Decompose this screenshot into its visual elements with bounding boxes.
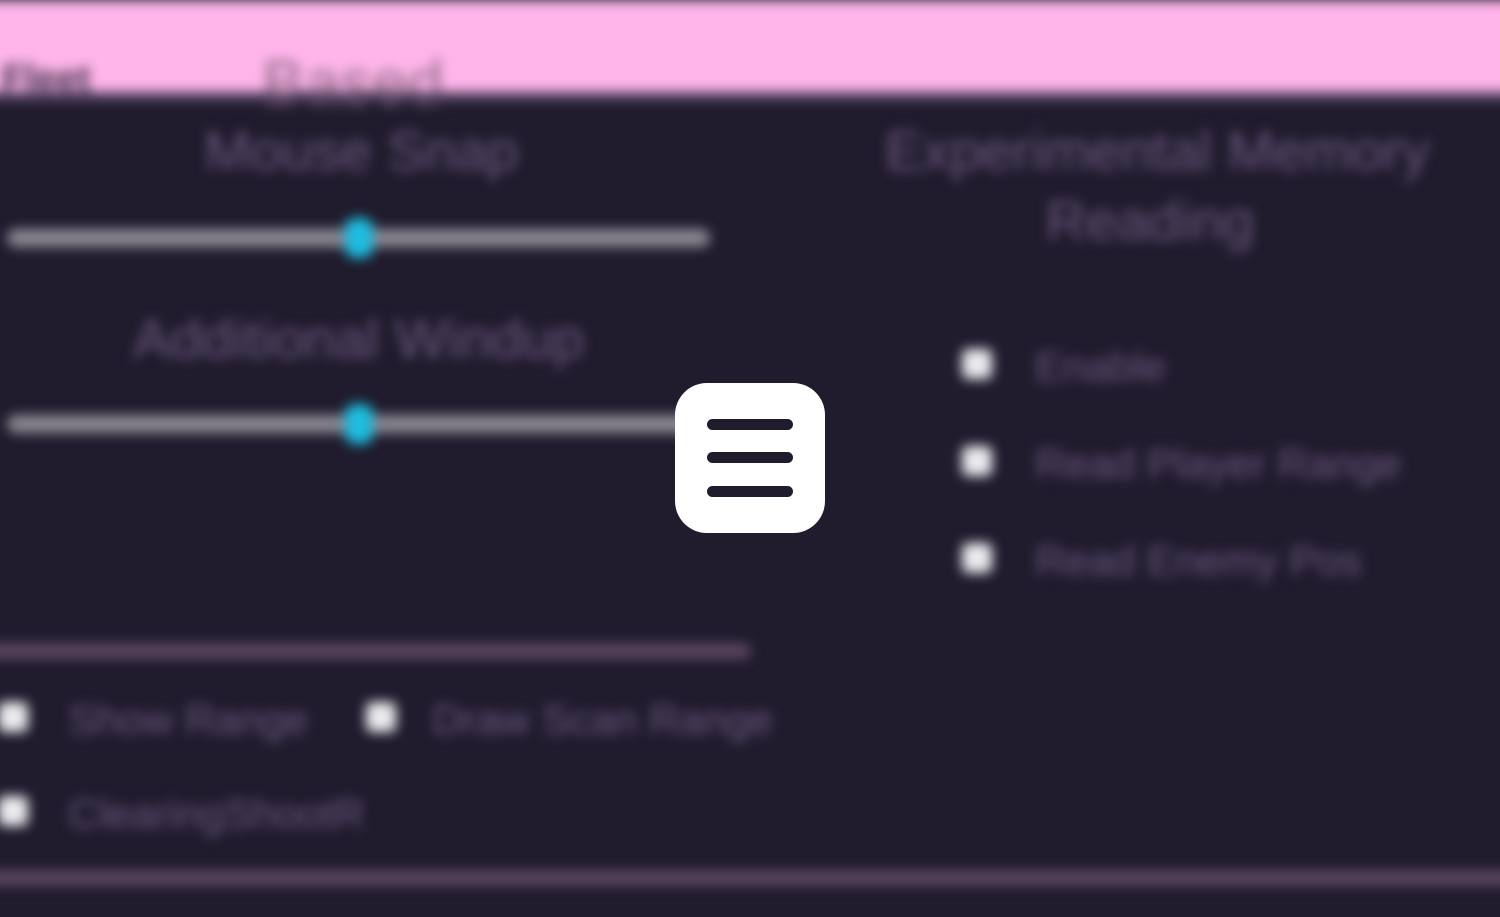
enable-checkbox[interactable] bbox=[962, 349, 992, 379]
memory-reading-title-line2: Reading bbox=[1045, 189, 1255, 252]
menu-icon-line bbox=[707, 452, 793, 463]
menu-icon-line bbox=[707, 486, 793, 497]
read-player-range-checkbox[interactable] bbox=[962, 446, 992, 476]
header-divider bbox=[0, 92, 1500, 102]
menu-button[interactable] bbox=[675, 383, 825, 533]
clearing-shoot-checkbox[interactable] bbox=[0, 796, 28, 826]
additional-windup-slider-thumb[interactable] bbox=[344, 404, 373, 444]
app-window: Fleet Based Mouse Snap Additional Windup… bbox=[0, 0, 1500, 917]
section-divider bbox=[0, 643, 750, 659]
tab-based[interactable]: Based bbox=[262, 46, 443, 120]
header-bar: Fleet Based bbox=[0, 0, 1500, 119]
enable-label: Enable bbox=[1035, 343, 1166, 390]
clearing-shoot-label: ClearingShootR bbox=[68, 790, 365, 837]
menu-icon bbox=[707, 419, 793, 430]
additional-windup-label: Additional Windup bbox=[133, 307, 585, 370]
show-range-checkbox[interactable] bbox=[0, 702, 28, 732]
draw-scan-range-checkbox[interactable] bbox=[366, 702, 396, 732]
read-enemy-pos-label: Read Enemy Pos bbox=[1035, 537, 1362, 584]
mouse-snap-slider-thumb[interactable] bbox=[344, 218, 373, 258]
draw-scan-range-label: Draw Scan Range bbox=[432, 696, 773, 743]
memory-reading-title-line1: Experimental Memory bbox=[885, 119, 1430, 182]
show-range-label: Show Range bbox=[68, 696, 309, 743]
bottom-divider bbox=[0, 870, 1500, 886]
read-enemy-pos-checkbox[interactable] bbox=[962, 543, 992, 573]
read-player-range-label: Read Player Range bbox=[1035, 440, 1402, 487]
mouse-snap-label: Mouse Snap bbox=[204, 119, 519, 182]
